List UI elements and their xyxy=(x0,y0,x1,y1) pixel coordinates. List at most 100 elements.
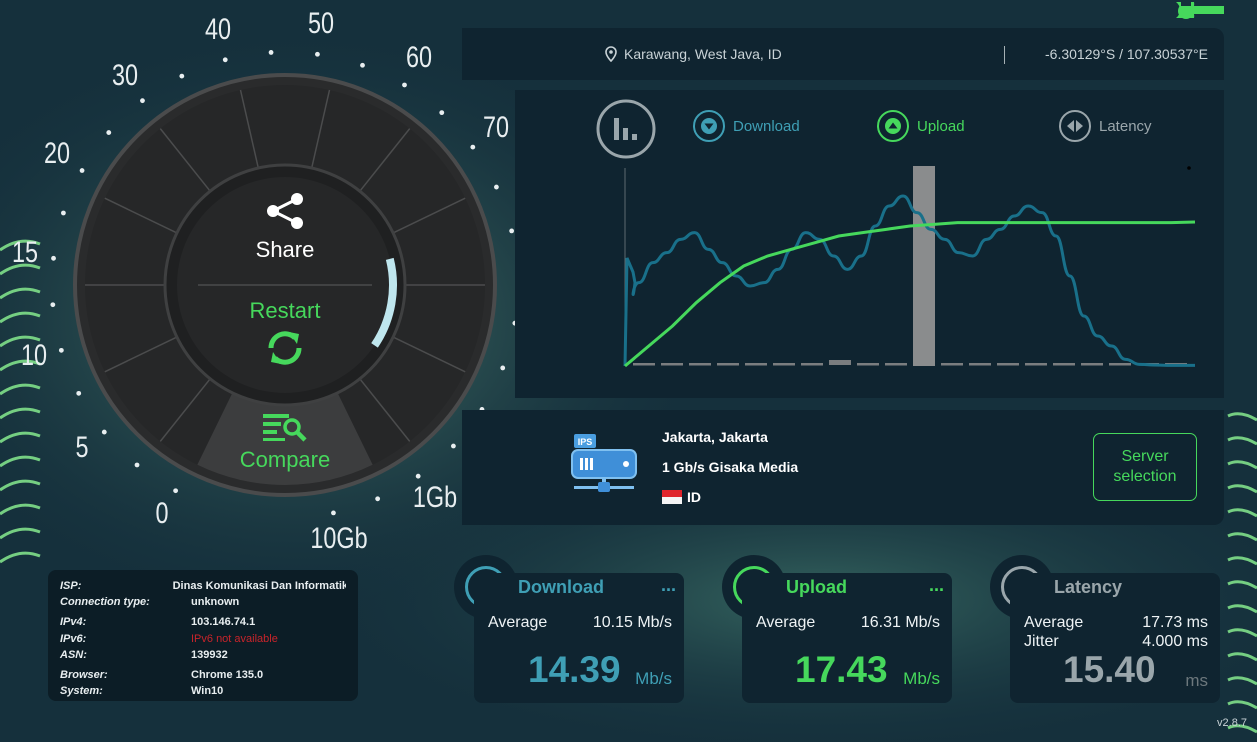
gauge-scale-label: 0 xyxy=(155,497,169,531)
speed-chart-plot xyxy=(623,166,1196,368)
info-row: IPv6: IPv6 not available xyxy=(60,631,346,647)
share-button[interactable]: Share xyxy=(235,192,335,263)
download-speed-value: 14.39 xyxy=(528,649,621,690)
info-row: ISP: Dinas Komunikasi Dan Informatika K..… xyxy=(60,578,346,594)
gauge-scale-label: 60 xyxy=(406,41,433,75)
info-key: ASN: xyxy=(60,648,87,661)
share-icon xyxy=(267,193,303,229)
speed-chart-panel: Download Upload Latency xyxy=(515,90,1224,398)
latency-sample-bar xyxy=(689,363,711,366)
connection-info: ISP: Dinas Komunikasi Dan Informatika K..… xyxy=(48,570,358,701)
location-place: Karawang, West Java, ID xyxy=(604,46,782,62)
upload-speed-unit: Mb/s xyxy=(903,669,940,688)
info-value: IPv6 not available xyxy=(191,632,278,645)
gauge-scale-label: 20 xyxy=(43,137,70,171)
info-key: System: xyxy=(60,685,103,698)
upload-avg-label: Average xyxy=(756,614,816,631)
server-city: Jakarta, Jakarta xyxy=(662,429,768,445)
gauge-scale-label: 30 xyxy=(111,58,138,92)
latency-sample-bar xyxy=(1109,363,1131,366)
info-key: ISP: xyxy=(60,580,82,593)
server-icon: IPS xyxy=(571,434,637,492)
latency-sample-bar xyxy=(773,363,795,366)
info-key: Connection type: xyxy=(60,596,150,609)
download-avg-value: 10.15 Mb/s xyxy=(592,614,672,631)
info-value: 103.146.74.1 xyxy=(191,616,256,629)
info-row: System: Win10 xyxy=(60,683,346,699)
latency-sample-bar xyxy=(997,363,1019,366)
gauge-scale-label: 10Gb xyxy=(310,522,369,556)
download-card-menu[interactable]: ... xyxy=(661,575,676,596)
latency-sample-bar xyxy=(1081,363,1103,366)
location-text: Karawang, West Java, ID xyxy=(624,46,782,62)
gauge-scale-label: 5 xyxy=(75,431,89,465)
latency-card: Latency Average 17.73 ms Jitter 4.000 ms… xyxy=(1010,573,1220,703)
share-label: Share xyxy=(255,237,315,262)
info-value: unknown xyxy=(191,596,240,609)
info-value: Chrome 135.0 xyxy=(191,669,264,682)
info-row: Connection type: unknown xyxy=(60,594,346,610)
compare-icon xyxy=(263,414,307,442)
info-value: Dinas Komunikasi Dan Informatika K... xyxy=(172,580,346,593)
server-provider: 1 Gb/s Gisaka Media xyxy=(662,459,799,475)
decorative-wave xyxy=(1227,436,1257,446)
latency-jitter-label: Jitter xyxy=(1024,633,1059,650)
latency-sample-bar xyxy=(745,363,767,366)
gauge-scale-label: 1Gb xyxy=(412,480,457,514)
ips-badge: IPS xyxy=(578,437,593,447)
info-row: ASN: 139932 xyxy=(60,647,346,663)
decorative-wave xyxy=(1227,484,1257,494)
decorative-wave xyxy=(1227,700,1257,710)
restart-icon xyxy=(268,331,302,365)
latency-value: 15.40 xyxy=(1063,649,1156,690)
info-key: Browser: xyxy=(60,669,108,682)
download-card: Download ... Average 10.15 Mb/s 14.39 Mb… xyxy=(474,573,684,703)
info-value: Win10 xyxy=(191,685,224,698)
gauge-scale-label: 10 xyxy=(20,339,47,373)
info-key: IPv6: xyxy=(60,632,87,645)
latency-unit: ms xyxy=(1185,671,1208,690)
restart-label: Restart xyxy=(249,298,321,323)
server-country-code: ID xyxy=(687,489,701,505)
latency-avg-value: 17.73 ms xyxy=(1142,614,1208,631)
decorative-wave xyxy=(1227,412,1257,422)
location-bar: Karawang, West Java, ID -6.30129°S / 107… xyxy=(462,28,1224,80)
latency-sample-bar xyxy=(857,363,879,366)
server-panel: IPS Jakarta, Jakarta 1 Gb/s Gisaka Media… xyxy=(462,410,1224,525)
latency-sample-bar xyxy=(717,363,739,366)
latency-sample-bar xyxy=(801,363,823,366)
upload-speed-value: 17.43 xyxy=(795,649,888,690)
info-value: 139932 xyxy=(191,648,228,661)
location-coordinates: -6.30129°S / 107.30537°E xyxy=(1045,46,1208,62)
info-key: IPv4: xyxy=(60,616,87,629)
restart-button[interactable]: Restart xyxy=(225,298,345,375)
wrench-logo-icon[interactable] xyxy=(1172,0,1228,24)
gauge-scale-label: 50 xyxy=(308,6,335,40)
gauge-scale-label: 40 xyxy=(204,12,231,46)
compare-button[interactable]: Compare xyxy=(225,410,345,473)
download-avg-label: Average xyxy=(488,614,548,631)
download-speed-unit: Mb/s xyxy=(635,669,672,688)
upload-card-title: Upload xyxy=(786,577,847,597)
latency-sample-bar xyxy=(941,363,963,366)
latency-sample-bar xyxy=(829,360,851,365)
upload-card-menu[interactable]: ... xyxy=(929,575,944,596)
upload-avg-value: 16.31 Mb/s xyxy=(860,614,940,631)
latency-sample-bar xyxy=(1053,363,1075,366)
server-country: ID xyxy=(662,489,701,505)
latency-sample-bar xyxy=(885,363,907,366)
download-card-title: Download xyxy=(518,577,604,597)
version-label: v2.8.7 xyxy=(1217,717,1247,729)
location-pin-icon xyxy=(605,46,617,62)
indonesia-flag-icon xyxy=(662,490,682,504)
upload-card: Upload ... Average 16.31 Mb/s 17.43 Mb/s xyxy=(742,573,952,703)
latency-sample-bar xyxy=(661,363,683,366)
latency-card-title: Latency xyxy=(1054,577,1123,597)
gauge-scale-label: 15 xyxy=(11,236,38,270)
compare-label: Compare xyxy=(239,447,331,472)
location-divider xyxy=(1004,46,1005,64)
latency-sample-bar xyxy=(633,363,655,366)
server-selection-button[interactable]: Server selection xyxy=(1093,433,1197,501)
latency-sample-bar xyxy=(1025,363,1047,366)
info-row: Browser: Chrome 135.0 xyxy=(60,667,346,683)
